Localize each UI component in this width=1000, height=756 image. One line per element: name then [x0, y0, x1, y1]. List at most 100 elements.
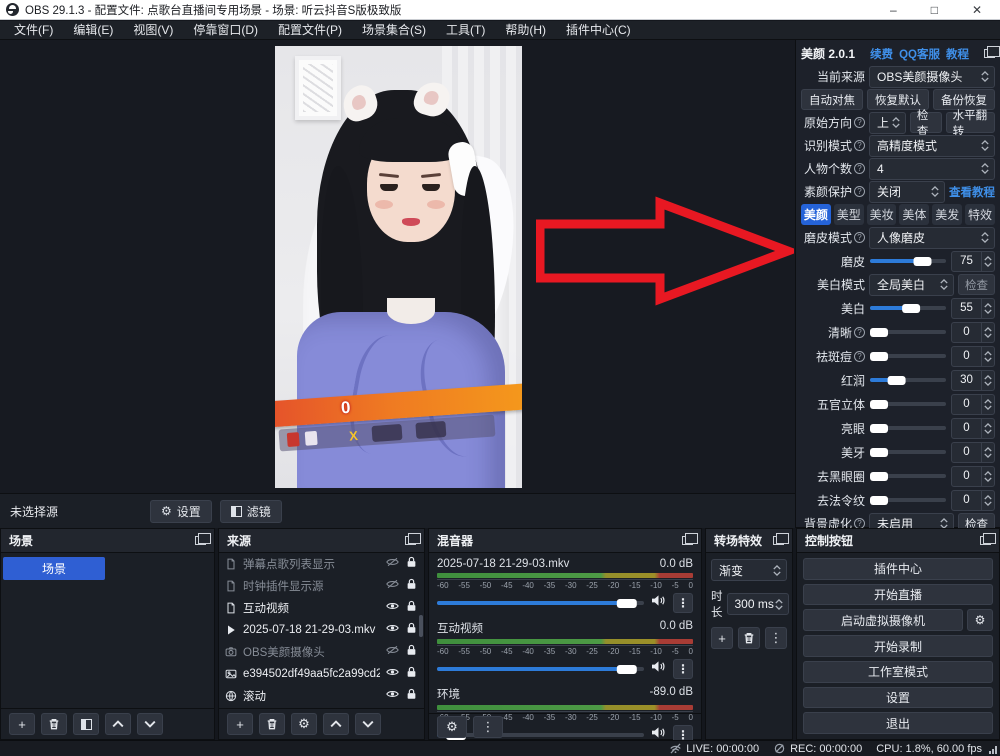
speaker-icon[interactable]	[651, 660, 666, 678]
transition-type-select[interactable]: 渐变	[711, 559, 787, 581]
lock-toggle[interactable]	[405, 665, 418, 683]
preview-canvas[interactable]: 0 X	[0, 40, 795, 493]
source-row[interactable]: OBS美颜摄像头	[219, 641, 424, 663]
lock-toggle[interactable]	[405, 643, 418, 661]
popout-icon[interactable]	[980, 536, 991, 545]
source-filters-button[interactable]: 滤镜	[220, 500, 282, 523]
chevron-updown-icon[interactable]	[981, 252, 994, 271]
menu-docks[interactable]: 停靠窗口(D)	[183, 21, 268, 40]
white-check-button[interactable]: 检查	[958, 274, 995, 295]
source-properties-gear-button[interactable]: ⚙	[291, 713, 317, 735]
close-button[interactable]: ✕	[972, 1, 982, 19]
chevron-updown-icon[interactable]	[981, 491, 994, 510]
nasolabial-slider[interactable]	[870, 498, 946, 502]
bare-protect-select[interactable]: 关闭	[869, 181, 945, 203]
chevron-updown-icon[interactable]	[981, 347, 994, 366]
info-icon[interactable]: ?	[854, 163, 865, 174]
source-row[interactable]: 互动视频	[219, 597, 424, 619]
contour-value-spinner[interactable]: 0	[951, 394, 995, 415]
teeth-slider[interactable]	[870, 450, 946, 454]
chevron-updown-icon[interactable]	[981, 371, 994, 390]
source-row[interactable]: 滚动	[219, 685, 424, 707]
horizontal-flip-button[interactable]: 水平翻转	[946, 112, 995, 133]
tab-beauty[interactable]: 美颜	[801, 204, 831, 225]
popout-icon[interactable]	[682, 536, 693, 545]
lock-toggle[interactable]	[405, 555, 418, 573]
smooth-mode-select[interactable]: 人像磨皮	[869, 227, 995, 249]
remove-scene-button[interactable]	[41, 713, 67, 735]
tab-effects[interactable]: 特效	[965, 204, 995, 225]
brighteyes-value-spinner[interactable]: 0	[951, 418, 995, 439]
source-properties-button[interactable]: ⚙ 设置	[150, 500, 212, 523]
contour-slider[interactable]	[870, 402, 946, 406]
maximize-button[interactable]: □	[931, 1, 938, 19]
volume-slider[interactable]	[437, 667, 644, 671]
qq-support-link[interactable]: QQ客服	[899, 46, 940, 62]
popout-icon[interactable]	[773, 536, 784, 545]
popout-icon[interactable]	[405, 536, 416, 545]
clarity-value-spinner[interactable]: 0	[951, 322, 995, 343]
lock-toggle[interactable]	[405, 687, 418, 705]
source-row[interactable]: 弹幕点歌列表显示	[219, 553, 424, 575]
studio-mode-button[interactable]: 工作室模式	[803, 661, 993, 683]
move-scene-up-button[interactable]	[105, 713, 131, 735]
popout-icon[interactable]	[195, 536, 206, 545]
menu-profile[interactable]: 配置文件(P)	[268, 21, 352, 40]
info-icon[interactable]: ?	[854, 327, 865, 338]
visibility-toggle[interactable]	[386, 555, 399, 573]
smooth-value-spinner[interactable]: 75	[951, 251, 995, 272]
info-icon[interactable]: ?	[854, 140, 865, 151]
menu-view[interactable]: 视图(V)	[123, 21, 183, 40]
move-scene-down-button[interactable]	[137, 713, 163, 735]
start-virtual-camera-button[interactable]: 启动虚拟摄像机	[803, 609, 963, 631]
chevron-updown-icon[interactable]	[981, 419, 994, 438]
add-source-button[interactable]: +	[227, 713, 253, 735]
settings-button[interactable]: 设置	[803, 687, 993, 709]
orientation-select[interactable]: 上	[869, 112, 906, 134]
whiten-value-spinner[interactable]: 55	[951, 298, 995, 319]
renew-link[interactable]: 续费	[870, 46, 893, 62]
white-mode-select[interactable]: 全局美白	[869, 274, 954, 296]
popout-icon[interactable]	[984, 49, 995, 58]
chevron-updown-icon[interactable]	[981, 443, 994, 462]
view-tutorial-link[interactable]: 查看教程	[949, 184, 995, 200]
visibility-toggle[interactable]	[386, 643, 399, 661]
add-transition-button[interactable]: +	[711, 627, 733, 649]
lock-toggle[interactable]	[405, 599, 418, 617]
chevron-updown-icon[interactable]	[981, 299, 994, 318]
menu-help[interactable]: 帮助(H)	[495, 21, 556, 40]
menu-plugin-center[interactable]: 插件中心(C)	[556, 21, 641, 40]
info-icon[interactable]: ?	[854, 117, 865, 128]
tab-makeup[interactable]: 美妆	[867, 204, 897, 225]
transition-menu-button[interactable]: ⋮	[765, 627, 787, 649]
info-icon[interactable]: ?	[854, 351, 865, 362]
advanced-audio-gear-button[interactable]: ⚙	[437, 716, 467, 738]
scene-item[interactable]: 场景	[3, 557, 105, 580]
darkcircle-slider[interactable]	[870, 474, 946, 478]
start-recording-button[interactable]: 开始录制	[803, 635, 993, 657]
add-scene-button[interactable]: +	[9, 713, 35, 735]
visibility-toggle[interactable]	[386, 665, 399, 683]
visibility-toggle[interactable]	[386, 687, 399, 705]
blemish-value-spinner[interactable]: 0	[951, 346, 995, 367]
lock-toggle[interactable]	[405, 577, 418, 595]
tab-hair[interactable]: 美发	[932, 204, 962, 225]
mixer-menu-button[interactable]: ⋮	[673, 659, 693, 679]
teeth-value-spinner[interactable]: 0	[951, 442, 995, 463]
plugin-center-button[interactable]: 插件中心	[803, 558, 993, 580]
chevron-updown-icon[interactable]	[981, 395, 994, 414]
blemish-slider[interactable]	[870, 354, 946, 358]
brighteyes-slider[interactable]	[870, 426, 946, 430]
people-count-spinner[interactable]: 4	[869, 158, 995, 180]
visibility-toggle[interactable]	[386, 577, 399, 595]
lock-toggle[interactable]	[405, 621, 418, 639]
info-icon[interactable]: ?	[854, 186, 865, 197]
move-source-up-button[interactable]	[323, 713, 349, 735]
rosy-slider[interactable]	[870, 378, 946, 382]
autofocus-button[interactable]: 自动对焦	[801, 89, 863, 110]
exit-button[interactable]: 退出	[803, 712, 993, 734]
detect-mode-select[interactable]: 高精度模式	[869, 135, 995, 157]
duration-spinner[interactable]: 300 ms	[727, 593, 789, 615]
nasolabial-value-spinner[interactable]: 0	[951, 490, 995, 511]
info-icon[interactable]: ?	[854, 232, 865, 243]
